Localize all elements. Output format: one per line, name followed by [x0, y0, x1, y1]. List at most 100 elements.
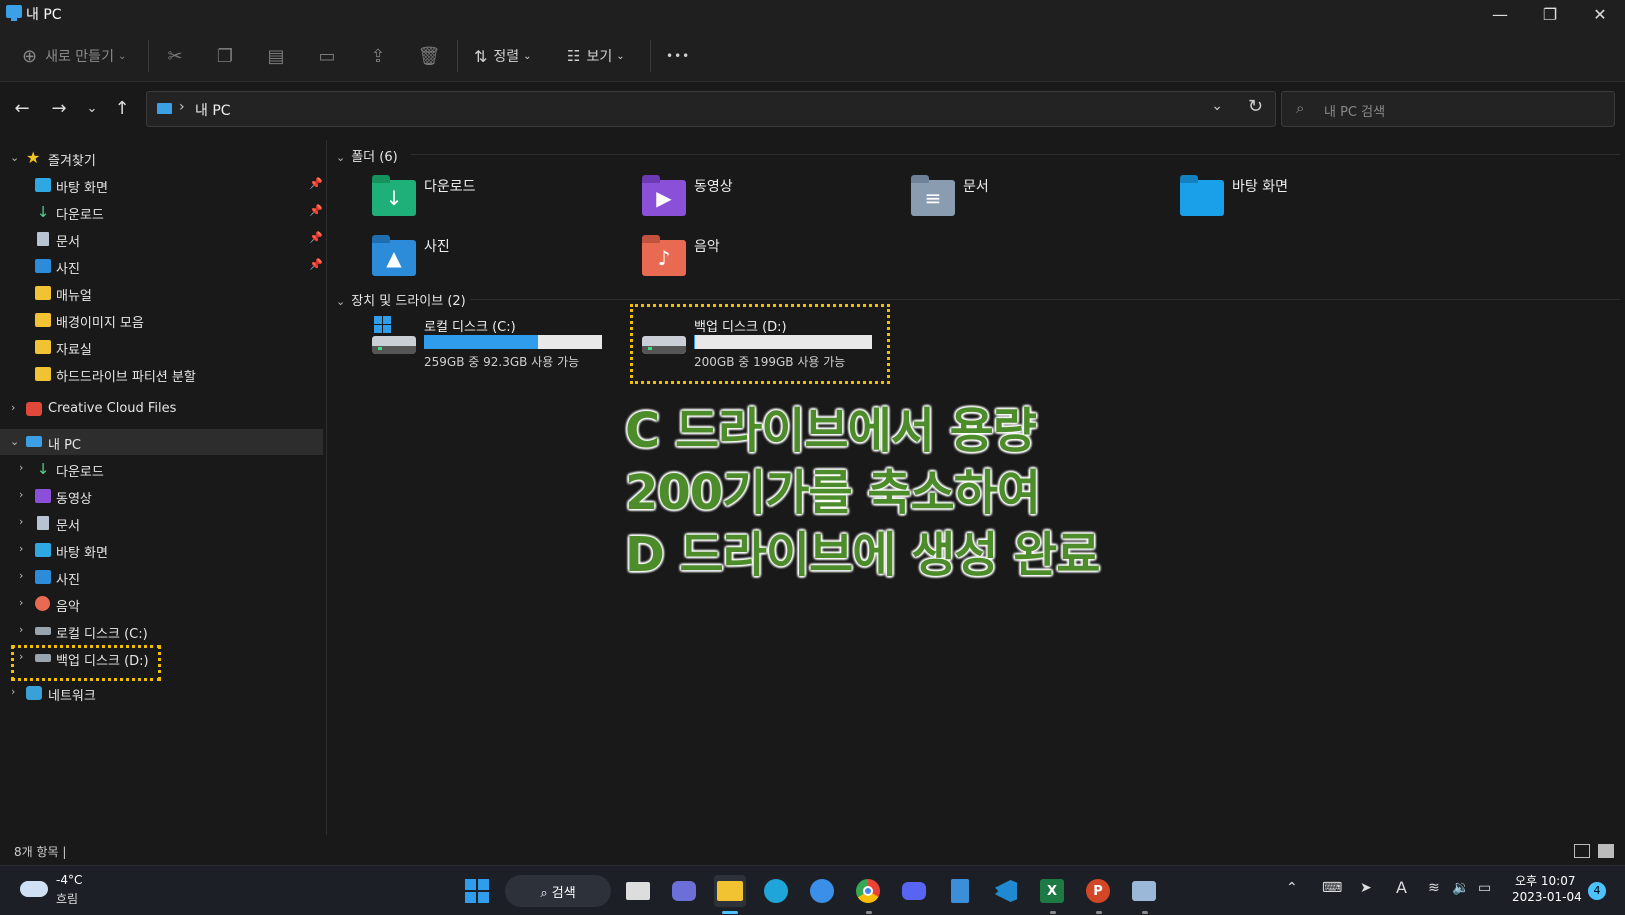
pane-divider[interactable] — [326, 140, 327, 835]
recent-chevron-icon[interactable]: ⌄ — [78, 95, 106, 121]
chrome-icon[interactable] — [852, 875, 884, 907]
copy-icon[interactable]: ❐ — [211, 42, 239, 70]
details-view-icon[interactable] — [1574, 844, 1590, 858]
annotation-line: D 드라이브에 생성 완료 — [625, 527, 1100, 583]
chevron-right-icon[interactable]: › — [11, 685, 15, 698]
view-button[interactable]: ☷ 보기 ⌄ — [567, 40, 625, 72]
wifi-icon[interactable]: ≋ — [1428, 880, 1440, 896]
discord-icon[interactable] — [898, 875, 930, 907]
notification-badge[interactable]: 4 — [1588, 882, 1606, 900]
teams-chat-icon[interactable] — [668, 875, 700, 907]
pin-icon[interactable]: 📌 — [309, 258, 323, 271]
weather-description[interactable]: 흐림 — [56, 890, 78, 907]
minimize-button[interactable]: — — [1475, 0, 1525, 30]
powerpoint-icon[interactable]: P — [1082, 875, 1114, 907]
folder-tile[interactable]: 바탕 화면 — [1180, 175, 1440, 228]
address-bar[interactable]: › 내 PC ⌄ ↻ — [146, 91, 1276, 127]
rename-icon[interactable]: ▭ — [313, 42, 341, 70]
sort-button[interactable]: ⇅ 정렬 ⌄ — [474, 40, 532, 72]
chevron-up-icon[interactable]: ⌃ — [1286, 880, 1298, 896]
vscode-icon[interactable] — [990, 875, 1022, 907]
folder-tile[interactable]: ▲ 사진 — [372, 235, 632, 288]
bing-icon[interactable] — [806, 875, 838, 907]
pin-icon[interactable]: 📌 — [309, 231, 323, 244]
close-button[interactable]: ✕ — [1575, 0, 1625, 30]
drive-tile-c[interactable]: 로컬 디스크 (C:) 259GB 중 92.3GB 사용 가능 — [372, 316, 612, 376]
keyboard-icon[interactable]: ⌨ — [1322, 880, 1342, 896]
pin-icon[interactable]: 📌 — [309, 177, 323, 190]
refresh-icon[interactable]: ↻ — [1248, 96, 1263, 117]
sidebar-item-favorite[interactable]: 사진 📌 — [0, 253, 326, 279]
sidebar-item-favorite[interactable]: 바탕 화면 📌 — [0, 172, 326, 198]
sidebar-item-pc[interactable]: › ↓ 다운로드 — [0, 456, 326, 482]
folder-tile[interactable]: ≡ 문서 — [911, 175, 1171, 228]
file-explorer-icon[interactable] — [714, 875, 746, 907]
sidebar-item-pc[interactable]: › 바탕 화면 — [0, 537, 326, 563]
folder-tile[interactable]: ♪ 음악 — [642, 235, 902, 288]
pin-icon[interactable]: 📌 — [309, 204, 323, 217]
clock-time[interactable]: 오후 10:07 — [1515, 872, 1575, 889]
documents-folder-icon: ≡ — [911, 175, 955, 216]
share-icon[interactable]: ⇪ — [364, 42, 392, 70]
folder-tile[interactable]: ↓ 다운로드 — [372, 175, 632, 228]
paste-icon[interactable]: ▤ — [262, 42, 290, 70]
sidebar-item-favorite[interactable]: 자료실 — [0, 334, 326, 360]
address-dropdown-icon[interactable]: ⌄ — [1211, 98, 1223, 114]
search-input[interactable]: ⌕ 내 PC 검색 — [1281, 91, 1615, 127]
forward-arrow-icon[interactable]: → — [45, 95, 73, 121]
sidebar-item-creative-cloud[interactable]: › Creative Cloud Files — [0, 396, 326, 422]
input-method-icon[interactable]: A — [1396, 878, 1407, 897]
sidebar-item-pc[interactable]: › 동영상 — [0, 483, 326, 509]
delete-icon[interactable]: 🗑 — [415, 42, 443, 70]
sidebar-item-favorite[interactable]: 배경이미지 모음 — [0, 307, 326, 333]
chevron-right-icon[interactable]: › — [19, 569, 23, 582]
sidebar-item-pc[interactable]: › 로컬 디스크 (C:) — [0, 618, 326, 644]
excel-icon[interactable]: X — [1036, 875, 1068, 907]
chevron-right-icon[interactable]: › — [19, 515, 23, 528]
command-bar: ⊕ 새로 만들기 ⌄ ✂ ❐ ▤ ▭ ⇪ 🗑 ⇅ 정렬 ⌄ ☷ 보기 ⌄ ••• — [0, 30, 1625, 82]
taskbar-search-button[interactable]: ⌕ 검색 — [505, 875, 611, 907]
edge-icon[interactable] — [760, 875, 792, 907]
toolbar-divider — [650, 40, 651, 72]
chevron-down-icon[interactable]: ⌄ — [10, 435, 19, 448]
sidebar-item-pc[interactable]: › 문서 — [0, 510, 326, 536]
sidebar-item-this-pc[interactable]: ⌄ 내 PC — [0, 429, 323, 455]
chevron-right-icon[interactable]: › — [11, 401, 15, 414]
chevron-right-icon[interactable]: › — [19, 596, 23, 609]
sidebar-item-network[interactable]: › 네트워크 — [0, 680, 326, 706]
more-options-button[interactable]: ••• — [666, 40, 690, 72]
sidebar-item-pc[interactable]: › 음악 — [0, 591, 326, 617]
chevron-right-icon[interactable]: › — [19, 461, 23, 474]
battery-icon[interactable]: ▭ — [1478, 880, 1491, 896]
control-panel-icon[interactable] — [1128, 875, 1160, 907]
start-button[interactable] — [461, 875, 493, 907]
task-view-icon[interactable] — [622, 875, 654, 907]
sidebar-item-favorite[interactable]: 매뉴얼 — [0, 280, 326, 306]
folders-group-header[interactable]: ⌄ 폴더 (6) — [336, 146, 398, 165]
sidebar-item-pc[interactable]: › 사진 — [0, 564, 326, 590]
drives-group-header[interactable]: ⌄ 장치 및 드라이브 (2) — [336, 290, 466, 309]
back-arrow-icon[interactable]: ← — [8, 95, 36, 121]
sidebar-item-favorite[interactable]: 하드드라이브 파티션 분할 — [0, 361, 326, 387]
chevron-right-icon[interactable]: › — [19, 488, 23, 501]
volume-icon[interactable]: 🔉 — [1452, 880, 1469, 896]
breadcrumb[interactable]: 내 PC — [195, 100, 231, 120]
large-icons-view-icon[interactable] — [1598, 844, 1614, 858]
weather-temperature[interactable]: -4°C — [56, 873, 82, 887]
clock-date[interactable]: 2023-01-04 — [1512, 890, 1582, 904]
group-divider — [410, 154, 1620, 155]
cloud-icon[interactable] — [20, 881, 48, 897]
chevron-down-icon[interactable]: ⌄ — [10, 151, 19, 164]
sidebar-item-favorites[interactable]: ⌄ ★ 즐겨찾기 — [0, 145, 326, 171]
up-arrow-icon[interactable]: ↑ — [108, 95, 136, 121]
new-button[interactable]: ⊕ 새로 만들기 ⌄ — [22, 40, 126, 72]
folder-tile[interactable]: ▶ 동영상 — [642, 175, 902, 228]
sidebar-item-favorite[interactable]: ↓ 다운로드 📌 — [0, 199, 326, 225]
location-icon[interactable]: ➤ — [1360, 880, 1372, 896]
maximize-button[interactable]: ❐ — [1525, 0, 1575, 30]
chevron-right-icon[interactable]: › — [19, 542, 23, 555]
cut-icon[interactable]: ✂ — [161, 42, 189, 70]
sidebar-item-favorite[interactable]: 문서 📌 — [0, 226, 326, 252]
notepad-icon[interactable] — [944, 875, 976, 907]
chevron-right-icon[interactable]: › — [19, 623, 23, 636]
